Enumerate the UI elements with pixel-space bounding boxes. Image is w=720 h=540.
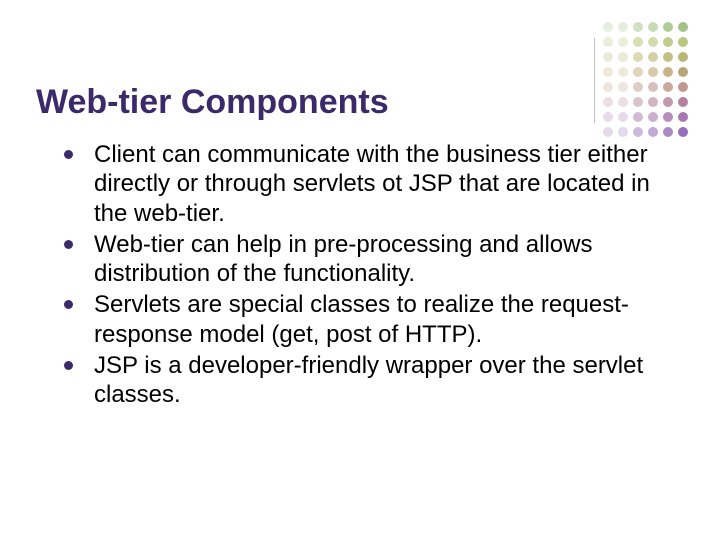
bullet-item: JSP is a developer-friendly wrapper over…	[60, 351, 660, 410]
bullet-text: Servlets are special classes to realize …	[94, 291, 629, 347]
bullet-text: Client can communicate with the business…	[94, 141, 650, 227]
slide: Web-tier Components Client can communica…	[0, 0, 720, 540]
slide-content: Client can communicate with the business…	[60, 140, 660, 411]
bullet-item: Web-tier can help in pre-processing and …	[60, 230, 660, 289]
slide-title: Web-tier Components	[36, 83, 389, 122]
bullet-text: JSP is a developer-friendly wrapper over…	[94, 352, 643, 408]
decorative-dot-grid	[603, 22, 690, 139]
bullet-list: Client can communicate with the business…	[60, 140, 660, 409]
bullet-item: Servlets are special classes to realize …	[60, 290, 660, 349]
decorative-divider	[594, 38, 595, 123]
bullet-text: Web-tier can help in pre-processing and …	[94, 231, 592, 287]
bullet-item: Client can communicate with the business…	[60, 140, 660, 228]
